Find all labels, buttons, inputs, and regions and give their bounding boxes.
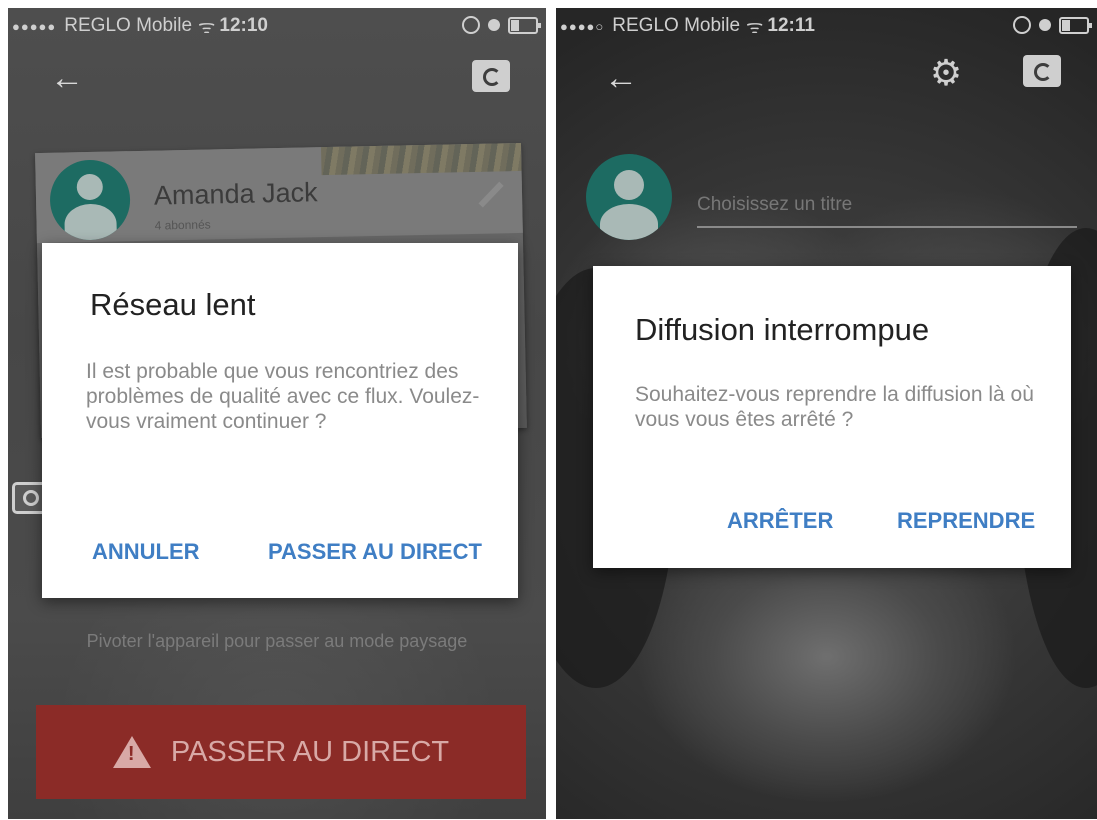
- wifi-icon: ᯤ: [746, 17, 764, 38]
- go-live-button[interactable]: ! PASSER AU DIRECT: [36, 705, 526, 799]
- signal-indicator: ●●●●●: [12, 18, 57, 34]
- slow-network-dialog: Réseau lent Il est probable que vous ren…: [42, 243, 518, 598]
- cancel-button[interactable]: ANNULER: [92, 539, 200, 565]
- right-screen: ●●●●○ REGLO Mobile ᯤ 12:11 ← ⚙ Diffusion…: [556, 8, 1097, 819]
- resume-button[interactable]: REPRENDRE: [897, 508, 1035, 534]
- carrier-name: REGLO Mobile: [64, 15, 193, 36]
- dialog-message: Souhaitez-vous reprendre la diffusion là…: [635, 383, 1034, 431]
- back-arrow-icon[interactable]: ←: [50, 58, 90, 98]
- back-arrow-icon[interactable]: ←: [604, 58, 644, 98]
- dialog-title: Réseau lent: [90, 287, 256, 322]
- dialog-title: Diffusion interrompue: [635, 312, 930, 347]
- carrier-name: REGLO Mobile: [612, 15, 741, 36]
- stream-interrupted-dialog: Diffusion interrompue Souhaitez-vous rep…: [593, 266, 1071, 568]
- dialog-message: Il est probable que vous rencontriez des…: [86, 360, 480, 433]
- stream-title-input[interactable]: [697, 184, 1077, 228]
- status-right-icons: [1013, 16, 1092, 34]
- go-live-label: PASSER AU DIRECT: [170, 735, 450, 768]
- avatar-body: [64, 203, 117, 241]
- status-bar: ●●●●○ REGLO Mobile ᯤ 12:11: [556, 8, 1097, 44]
- camera-switch-icon[interactable]: [472, 60, 510, 92]
- battery-icon: [1059, 16, 1092, 34]
- alarm-icon: [488, 19, 500, 31]
- battery-icon: [508, 16, 541, 34]
- avatar-head: [614, 170, 644, 200]
- stop-button[interactable]: ARRÊTER: [727, 508, 833, 534]
- wifi-icon: ᯤ: [198, 17, 216, 38]
- status-bar: ●●●●● REGLO Mobile ᯤ 12:10: [8, 8, 546, 44]
- rotate-hint: Pivoter l'appareil pour passer au mode p…: [86, 631, 468, 651]
- status-right-icons: [462, 16, 541, 34]
- signal-indicator: ●●●●○: [560, 18, 605, 34]
- status-time: 12:11: [767, 15, 815, 36]
- avatar-body: [600, 204, 658, 240]
- avatar-head: [76, 173, 104, 201]
- rotation-lock-icon: [462, 16, 480, 34]
- profile-subscribers: 4 abonnés: [154, 217, 211, 233]
- confirm-live-button[interactable]: PASSER AU DIRECT: [268, 539, 482, 565]
- avatar: [586, 154, 672, 240]
- rotation-lock-icon: [1013, 16, 1031, 34]
- alarm-icon: [1039, 19, 1051, 31]
- profile-card-cover: [321, 142, 522, 176]
- camera-switch-icon[interactable]: [1023, 55, 1061, 87]
- status-time: 12:10: [219, 15, 269, 36]
- profile-name: Amanda Jack: [153, 177, 318, 211]
- gear-icon[interactable]: ⚙: [926, 53, 966, 93]
- left-screen: ●●●●● REGLO Mobile ᯤ 12:10 ← Amanda Jack…: [8, 8, 546, 819]
- warning-icon: !: [112, 736, 151, 768]
